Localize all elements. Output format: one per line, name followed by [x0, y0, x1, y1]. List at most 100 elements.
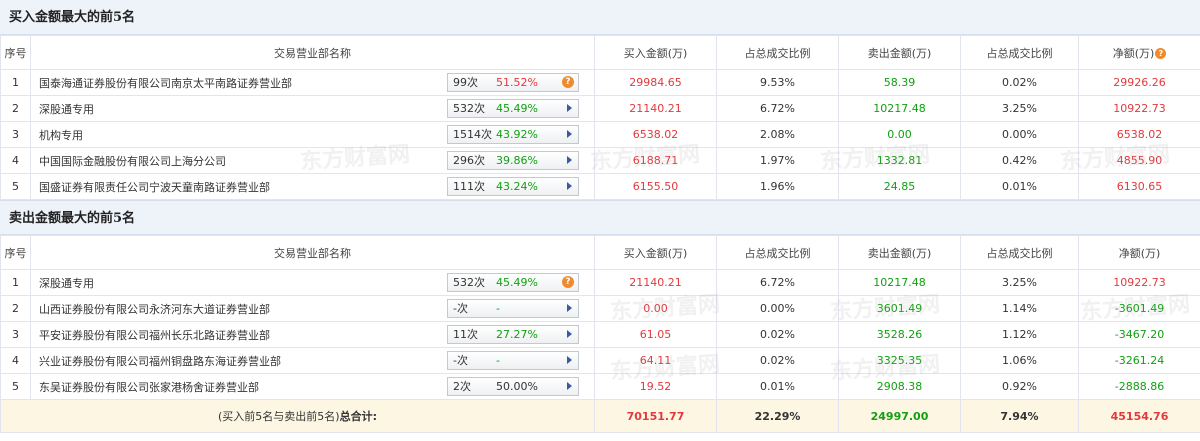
listing-count-dropdown[interactable]: 532次 45.49%: [447, 99, 579, 118]
row-buy-ratio: 0.02%: [716, 321, 839, 348]
row-buy-amount: 61.05: [594, 321, 717, 348]
table-row: 1 国泰海通证券股份有限公司南京太平南路证券营业部 99次 51.52%? 29984.…: [0, 69, 1200, 96]
row-net-amount: 10922.73: [1078, 269, 1200, 296]
table-row: 2 深股通专用 532次 45.49% 21140.21 6.72% 10217.48 3.2…: [0, 95, 1200, 122]
win-rate: 27.27%: [496, 328, 538, 341]
expand-arrow-icon[interactable]: [567, 304, 572, 312]
branch-name-link[interactable]: 平安证券股份有限公司福州长乐北路证券营业部: [39, 329, 270, 342]
table-row: 3 平安证券股份有限公司福州长乐北路证券营业部 11次 27.27% 61.05 0.02…: [0, 321, 1200, 348]
listing-count: 11次: [453, 328, 478, 341]
listing-count: 2次: [453, 380, 471, 393]
info-icon[interactable]: ?: [1155, 47, 1167, 59]
lhb-page: 买入金额最大的前5名 序号 交易营业部名称 买入金额(万) 占总成交比例 卖出金…: [0, 0, 1200, 441]
row-sell-ratio: 0.00%: [960, 121, 1079, 148]
row-name-cell: 兴业证券股份有限公司福州铜盘路东海证券营业部 -次 -: [30, 347, 595, 374]
row-name-cell: 深股通专用 532次 45.49%?: [30, 269, 595, 296]
row-sell-amount: 3325.35: [838, 347, 961, 374]
col-header-sell-ratio: 占总成交比例: [960, 235, 1079, 270]
listing-count-dropdown[interactable]: 11次 27.27%: [447, 325, 579, 344]
row-net-amount: 6538.02: [1078, 121, 1200, 148]
branch-name-link[interactable]: 兴业证券股份有限公司福州铜盘路东海证券营业部: [39, 355, 281, 368]
expand-arrow-icon[interactable]: [567, 104, 572, 112]
row-buy-ratio: 6.72%: [716, 269, 839, 296]
row-sell-ratio: 0.92%: [960, 373, 1079, 400]
win-rate: -: [496, 302, 500, 315]
branch-name-link[interactable]: 山西证券股份有限公司永济河东大道证券营业部: [39, 303, 270, 316]
listing-count-dropdown[interactable]: 1514次 43.92%: [447, 125, 579, 144]
row-net-amount: 6130.65: [1078, 173, 1200, 200]
col-header-sell: 卖出金额(万): [838, 235, 961, 270]
win-rate: -: [496, 354, 500, 367]
row-sell-amount: 10217.48: [838, 95, 961, 122]
info-icon[interactable]: ?: [562, 276, 574, 288]
row-buy-ratio: 1.97%: [716, 147, 839, 174]
table-row: 3 机构专用 1514次 43.92% 6538.02 2.08% 0.00 0.00% 653…: [0, 121, 1200, 148]
col-header-buy-ratio: 占总成交比例: [716, 235, 839, 270]
total-label: (买入前5名与卖出前5名)总合计:: [0, 399, 595, 433]
row-buy-amount: 21140.21: [594, 269, 717, 296]
listing-count: 532次: [453, 102, 485, 115]
win-rate: 51.52%: [496, 76, 538, 89]
expand-arrow-icon[interactable]: [567, 182, 572, 190]
col-header-index: 序号: [0, 35, 31, 70]
listing-count-dropdown[interactable]: 296次 39.86%: [447, 151, 579, 170]
col-header-sell-ratio: 占总成交比例: [960, 35, 1079, 70]
total-sell-ratio: 7.94%: [960, 399, 1079, 433]
branch-name-link[interactable]: 中国国际金融股份有限公司上海分公司: [39, 155, 226, 168]
row-sell-ratio: 3.25%: [960, 95, 1079, 122]
total-buy: 70151.77: [594, 399, 717, 433]
listing-count-dropdown[interactable]: 2次 50.00%: [447, 377, 579, 396]
row-index: 4: [0, 347, 31, 374]
expand-arrow-icon[interactable]: [567, 156, 572, 164]
sell-table: 序号 交易营业部名称 买入金额(万) 占总成交比例 卖出金额(万) 占总成交比例…: [0, 235, 1200, 433]
listing-count: 1514次: [453, 128, 492, 141]
expand-arrow-icon[interactable]: [567, 130, 572, 138]
buy-section-title: 买入金额最大的前5名: [0, 0, 1200, 35]
row-index: 5: [0, 373, 31, 400]
branch-name-link[interactable]: 深股通专用: [39, 103, 94, 116]
col-header-name: 交易营业部名称: [30, 235, 595, 270]
row-buy-amount: 6538.02: [594, 121, 717, 148]
row-net-amount: -3467.20: [1078, 321, 1200, 348]
listing-count-dropdown[interactable]: -次 -: [447, 351, 579, 370]
row-buy-amount: 19.52: [594, 373, 717, 400]
total-net: 45154.76: [1078, 399, 1200, 433]
table-row: 4 中国国际金融股份有限公司上海分公司 296次 39.86% 6188.71 1.97%…: [0, 147, 1200, 174]
row-name-cell: 深股通专用 532次 45.49%: [30, 95, 595, 122]
expand-arrow-icon[interactable]: [567, 382, 572, 390]
listing-count-dropdown[interactable]: 99次 51.52%?: [447, 73, 579, 92]
listing-count-dropdown[interactable]: 532次 45.49%?: [447, 273, 579, 292]
expand-arrow-icon[interactable]: [567, 356, 572, 364]
row-sell-ratio: 1.12%: [960, 321, 1079, 348]
row-index: 1: [0, 69, 31, 96]
win-rate: 39.86%: [496, 154, 538, 167]
branch-name-link[interactable]: 深股通专用: [39, 277, 94, 290]
branch-name-link[interactable]: 国泰海通证券股份有限公司南京太平南路证券营业部: [39, 77, 292, 90]
row-name-cell: 国盛证券有限责任公司宁波天童南路证券营业部 111次 43.24%: [30, 173, 595, 200]
info-icon[interactable]: ?: [562, 76, 574, 88]
row-sell-ratio: 0.01%: [960, 173, 1079, 200]
col-header-net: 净额(万)?: [1078, 35, 1200, 70]
expand-arrow-icon[interactable]: [567, 330, 572, 338]
col-header-sell: 卖出金额(万): [838, 35, 961, 70]
win-rate: 45.49%: [496, 276, 538, 289]
row-net-amount: 10922.73: [1078, 95, 1200, 122]
branch-name-link[interactable]: 国盛证券有限责任公司宁波天童南路证券营业部: [39, 181, 270, 194]
listing-count-dropdown[interactable]: 111次 43.24%: [447, 177, 579, 196]
row-net-amount: -3261.24: [1078, 347, 1200, 374]
row-name-cell: 山西证券股份有限公司永济河东大道证券营业部 -次 -: [30, 295, 595, 322]
table-row: 2 山西证券股份有限公司永济河东大道证券营业部 -次 - 0.00 0.00% 3601.4…: [0, 295, 1200, 322]
listing-count: 111次: [453, 180, 485, 193]
listing-count-dropdown[interactable]: -次 -: [447, 299, 579, 318]
row-buy-amount: 6155.50: [594, 173, 717, 200]
branch-name-link[interactable]: 东吴证券股份有限公司张家港杨舍证券营业部: [39, 381, 259, 394]
col-header-name: 交易营业部名称: [30, 35, 595, 70]
row-index: 2: [0, 295, 31, 322]
row-buy-ratio: 0.00%: [716, 295, 839, 322]
row-name-cell: 机构专用 1514次 43.92%: [30, 121, 595, 148]
row-buy-ratio: 6.72%: [716, 95, 839, 122]
total-sell: 24997.00: [838, 399, 961, 433]
branch-name-link[interactable]: 机构专用: [39, 129, 83, 142]
row-name-cell: 东吴证券股份有限公司张家港杨舍证券营业部 2次 50.00%: [30, 373, 595, 400]
row-index: 2: [0, 95, 31, 122]
